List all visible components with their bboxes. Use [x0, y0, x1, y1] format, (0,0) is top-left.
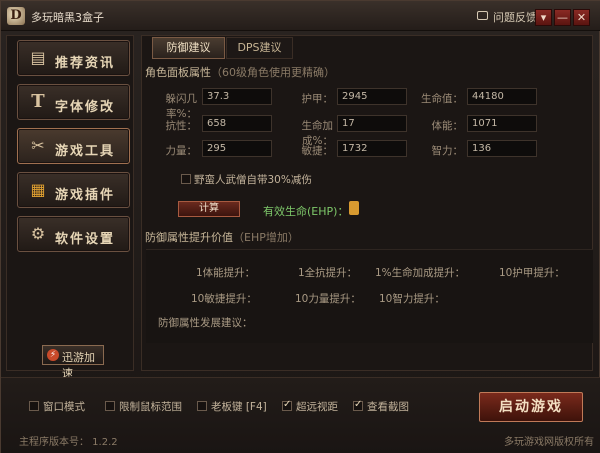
sidebar-item-tools[interactable]: ✂ 游戏工具 — [17, 128, 130, 164]
font-icon: T — [31, 91, 45, 112]
window-mode-checkbox[interactable] — [29, 401, 39, 411]
tab-defense[interactable]: 防御建议 — [152, 37, 225, 59]
intelligence-label: 智力： — [431, 145, 464, 157]
limit-mouse-label: 限制鼠标范围 — [119, 401, 182, 413]
loading-icon — [349, 201, 359, 215]
resist-label: 抗性： — [165, 120, 198, 132]
strength-field[interactable] — [202, 140, 272, 157]
app-window: D 多玩暗黑3盒子 问题反馈 ▾ — ✕ ▤ 推荐资讯 T 字体修改 ✂ 游戏工… — [0, 0, 600, 453]
speed-boost-button[interactable]: ⚡ 迅游加速 — [42, 345, 104, 380]
dexterity-field[interactable] — [337, 140, 407, 157]
gain-life-bonus: 1%生命加成提升： — [375, 267, 466, 279]
copyright-label: 多玩游戏网版权所有 — [504, 437, 594, 448]
tab-dps[interactable]: DPS建议 — [226, 37, 293, 59]
ehp-result: 有效生命(EHP)： — [263, 205, 349, 218]
version-label: 主程序版本号： 1.2.2 — [19, 437, 118, 448]
armor-field[interactable] — [337, 88, 407, 105]
feedback-link[interactable]: 问题反馈 — [493, 9, 537, 25]
defense-section-title: 防御属性提升价值（EHP增加） — [145, 229, 299, 245]
far-view-label: 超远视距 — [296, 401, 338, 413]
armor-label: 护甲： — [301, 93, 334, 105]
tools-icon: ✂ — [31, 136, 45, 155]
vitality-field[interactable] — [467, 115, 537, 132]
gain-intelligence: 10智力提升： — [379, 293, 445, 305]
attributes-hint: （60级角色使用更精确） — [211, 66, 335, 79]
sidebar-item-news[interactable]: ▤ 推荐资讯 — [17, 40, 130, 76]
barbarian-checkbox-label: 野蛮人武僧自带30%减伤 — [194, 174, 312, 186]
grid-icon: ▦ — [30, 180, 46, 199]
dodge-field[interactable] — [202, 88, 272, 105]
window-mode-label: 窗口模式 — [43, 401, 85, 413]
bolt-icon: ⚡ — [47, 349, 59, 361]
gain-strength: 10力量提升： — [295, 293, 361, 305]
start-game-button[interactable]: 启动游戏 — [479, 392, 583, 422]
intelligence-field[interactable] — [467, 140, 537, 157]
gain-dexterity: 10敏捷提升： — [191, 293, 257, 305]
minimize-button[interactable]: — — [554, 9, 571, 26]
dropdown-button[interactable]: ▾ — [535, 9, 552, 26]
defense-advice: 防御属性发展建议： — [158, 317, 253, 329]
sidebar-item-label: 游戏工具 — [55, 144, 116, 159]
limit-mouse-checkbox[interactable] — [105, 401, 115, 411]
attributes-section-title: 角色面板属性（60级角色使用更精确） — [145, 64, 335, 80]
chat-bubble-icon[interactable] — [477, 11, 488, 20]
dodge-label: 躲闪几率%： — [165, 93, 198, 120]
vitality-label: 体能： — [431, 120, 464, 132]
defense-title: 防御属性提升价值 — [145, 231, 233, 244]
attributes-title: 角色面板属性 — [145, 66, 211, 79]
sidebar-item-label: 游戏插件 — [55, 188, 116, 203]
sidebar-item-font[interactable]: T 字体修改 — [17, 84, 130, 120]
sidebar-item-label: 字体修改 — [55, 100, 116, 115]
screenshot-checkbox[interactable] — [353, 399, 363, 411]
sidebar-item-label: 推荐资讯 — [55, 56, 116, 71]
sidebar-item-plugins[interactable]: ▦ 游戏插件 — [17, 172, 130, 208]
boss-key-checkbox[interactable] — [197, 401, 207, 411]
life-label: 生命值： — [421, 93, 463, 105]
screenshot-label: 查看截图 — [367, 401, 409, 413]
barbarian-checkbox[interactable] — [181, 174, 191, 184]
gain-vitality: 1体能提升： — [196, 267, 256, 279]
title-bar: D 多玩暗黑3盒子 问题反馈 ▾ — ✕ — [1, 1, 600, 31]
app-title: 多玩暗黑3盒子 — [31, 11, 104, 24]
gain-armor: 10护甲提升： — [499, 267, 565, 279]
far-view-checkbox[interactable] — [282, 399, 292, 411]
defense-hint: （EHP增加） — [233, 231, 299, 244]
news-icon: ▤ — [30, 48, 46, 67]
resist-field[interactable] — [202, 115, 272, 132]
sidebar: ▤ 推荐资讯 T 字体修改 ✂ 游戏工具 ▦ 游戏插件 ⚙ 软件设置 — [6, 35, 134, 371]
close-button[interactable]: ✕ — [573, 9, 590, 26]
sidebar-item-settings[interactable]: ⚙ 软件设置 — [17, 216, 130, 252]
boss-key-label: 老板键 [F4] — [211, 401, 267, 413]
life-bonus-field[interactable] — [337, 115, 407, 132]
calculate-button[interactable]: 计算 — [178, 201, 240, 217]
gear-icon: ⚙ — [30, 224, 46, 243]
app-logo: D — [7, 7, 25, 25]
gain-all-resist: 1全抗提升： — [298, 267, 358, 279]
life-field[interactable] — [467, 88, 537, 105]
dexterity-label: 敏捷： — [301, 145, 334, 157]
sidebar-item-label: 软件设置 — [55, 232, 116, 247]
strength-label: 力量： — [165, 145, 198, 157]
